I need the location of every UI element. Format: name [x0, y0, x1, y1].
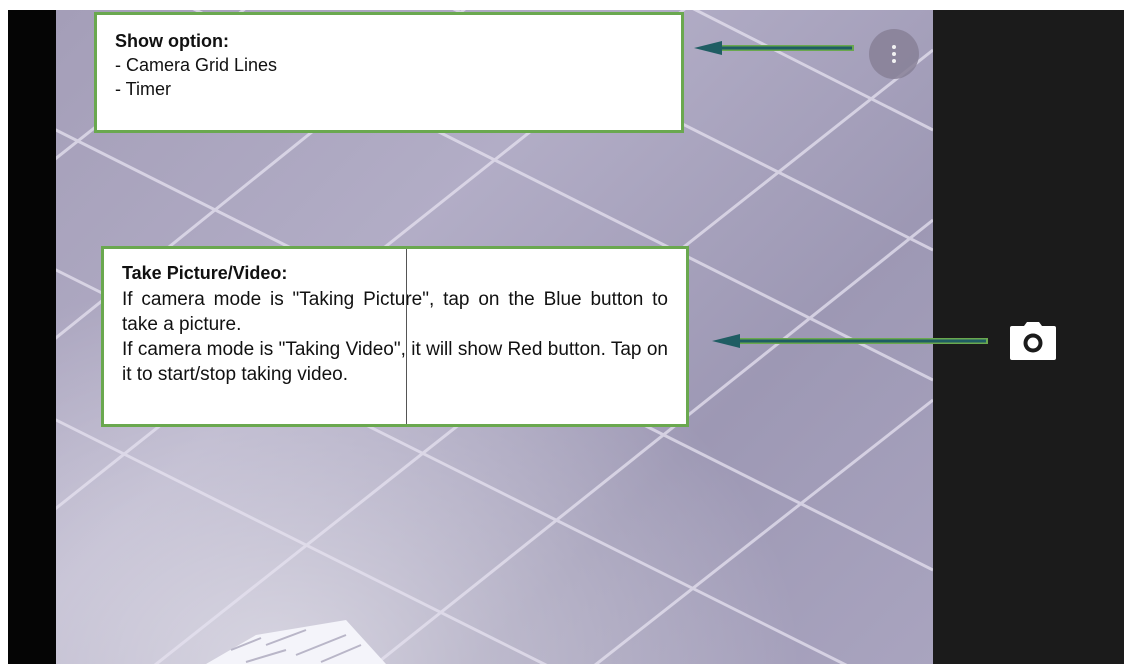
camera-icon [1010, 322, 1056, 360]
show-option-heading: Show option: [115, 31, 229, 51]
take-video-paragraph: If camera mode is "Taking Video", it wil… [122, 339, 668, 385]
take-picture-callout: Take Picture/Video: If camera mode is "T… [101, 246, 689, 427]
option-timer: - Timer [115, 79, 171, 99]
divider-line [406, 249, 407, 424]
option-grid-lines: - Camera Grid Lines [115, 55, 278, 75]
more-options-button[interactable] [869, 29, 919, 79]
shutter-button[interactable] [1010, 322, 1056, 360]
more-vert-icon [892, 45, 896, 63]
arrow-to-shutter [712, 334, 988, 348]
arrow-to-more-options [694, 41, 854, 55]
take-picture-paragraph: If camera mode is "Taking Picture", tap … [122, 289, 668, 335]
take-picture-heading: Take Picture/Video: [122, 263, 288, 283]
show-option-callout: Show option: - Camera Grid Lines - Timer [94, 12, 684, 133]
left-black-bar [8, 10, 56, 664]
